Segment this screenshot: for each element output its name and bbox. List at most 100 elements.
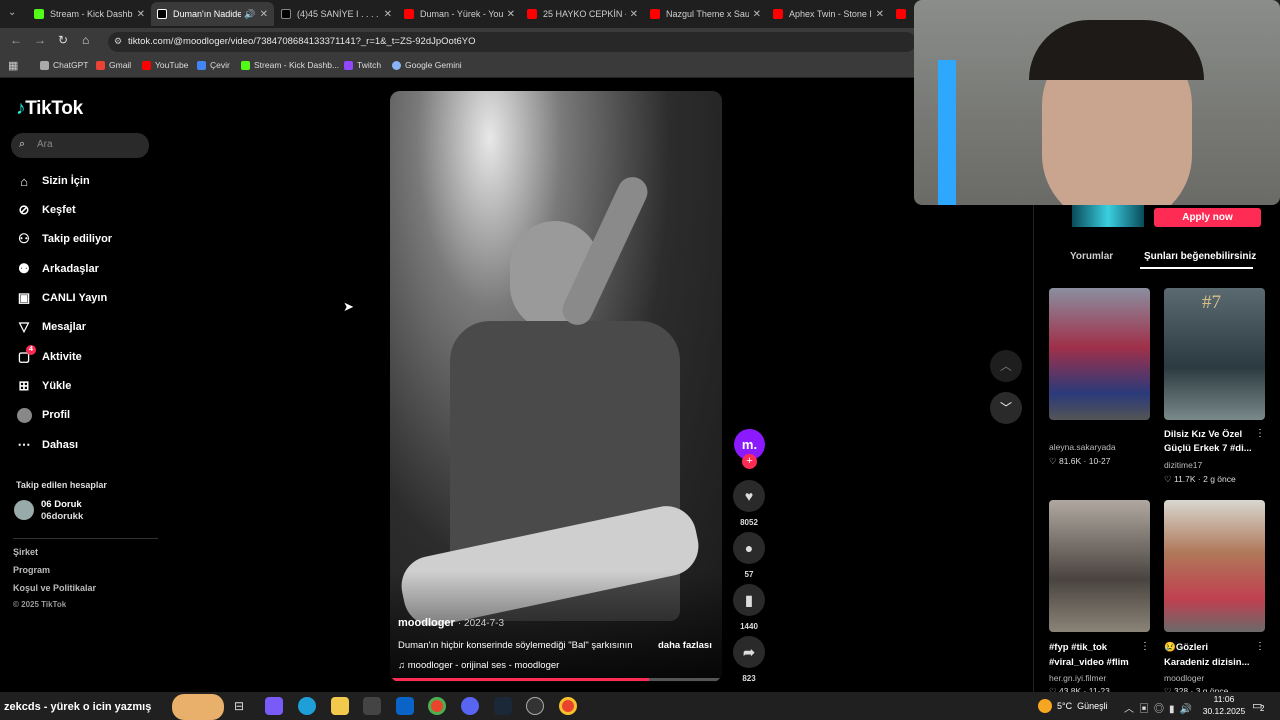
edge-icon[interactable] [298, 697, 316, 715]
tiktok-logo[interactable]: ♪TikTok [16, 98, 83, 120]
card-caption[interactable]: Güçlü Erkek 7 #di... [1164, 442, 1252, 456]
video-player[interactable]: moodloger · 2024-7-3 Duman'ın hiçbir kon… [390, 91, 722, 682]
video-thumbnail[interactable] [1049, 500, 1150, 632]
video-thumbnail[interactable] [1049, 288, 1150, 420]
browser-tab[interactable]: (4)45 SANİYE I . . . . . ✕ [275, 2, 398, 26]
bookmark-item[interactable]: Stream - Kick Dashb... [241, 60, 339, 70]
card-caption[interactable]: Dilsiz Kız Ve Özel [1164, 428, 1242, 442]
search-highlight-icon[interactable] [172, 694, 224, 720]
card-caption[interactable]: #fyp #tik_tok [1049, 641, 1107, 655]
close-icon[interactable]: ✕ [260, 9, 268, 20]
forward-icon[interactable]: → [34, 33, 46, 47]
nav-item-live[interactable]: ▣ CANLI Yayın [16, 290, 107, 306]
footer-link-terms[interactable]: Koşul ve Politikalar [13, 583, 96, 593]
site-info-icon[interactable]: ⚙ [114, 36, 122, 47]
back-icon[interactable]: ← [10, 33, 22, 47]
browser-tab[interactable]: Aphex Twin - Stone I ✕ [767, 2, 890, 26]
clock-date[interactable]: 30.12.2025 [1202, 706, 1246, 716]
outlook-icon[interactable] [396, 697, 414, 715]
following-handle[interactable]: 06dorukk [41, 511, 83, 522]
obs-icon[interactable] [526, 697, 544, 715]
nav-item-upload[interactable]: ⊞ Yükle [16, 378, 72, 394]
card-user[interactable]: her.gn.iyi.filmer [1049, 673, 1106, 683]
video-thumbnail[interactable]: #7 [1164, 288, 1265, 420]
weather-text[interactable]: 5°C Güneşli [1057, 701, 1108, 711]
like-button[interactable]: ♥ 8052 [733, 480, 765, 527]
close-icon[interactable]: ✕ [137, 9, 145, 20]
bookmark-item[interactable]: Çevir [197, 60, 230, 70]
nav-item-explore[interactable]: ⊘ Keşfet [16, 202, 76, 218]
card-caption[interactable]: Karadeniz dizisin... [1164, 656, 1250, 670]
nav-item-profile[interactable]: Profil [16, 407, 70, 423]
save-button[interactable]: ▮ 1440 [733, 584, 765, 631]
clock-time[interactable]: 11:06 [1206, 694, 1242, 704]
chrome-icon[interactable] [559, 697, 577, 715]
home-icon[interactable]: ⌂ [82, 33, 89, 47]
next-video-button[interactable]: ﹀ [990, 392, 1022, 424]
footer-link-program[interactable]: Program [13, 565, 50, 575]
follow-plus-icon[interactable]: + [742, 454, 757, 469]
card-caption[interactable]: #viral_video #flim [1049, 656, 1129, 670]
bookmark-item[interactable]: Twitch [344, 60, 381, 70]
close-icon[interactable]: ✕ [384, 9, 392, 20]
avatar[interactable] [14, 500, 34, 520]
nav-item-for-you[interactable]: ⌂ Sizin İçin [16, 173, 90, 189]
browser-tab[interactable]: Stream - Kick Dashb... ✕ [28, 2, 151, 26]
weather-icon[interactable] [1038, 699, 1052, 713]
url-input[interactable]: tiktok.com/@moodloger/video/738470868413… [108, 32, 916, 52]
apply-now-button[interactable]: Apply now [1154, 208, 1261, 227]
more-options-icon[interactable]: ⋮ [1255, 641, 1265, 652]
bookmark-item[interactable]: Google Gemini [392, 60, 462, 70]
close-icon[interactable]: ✕ [507, 9, 515, 20]
following-name[interactable]: 06 Doruk [41, 499, 82, 510]
card-caption[interactable]: 😢Gözleri [1164, 641, 1208, 655]
close-icon[interactable]: ✕ [630, 9, 638, 20]
steam-icon[interactable] [494, 697, 512, 715]
tab-comments[interactable]: Yorumlar [1070, 251, 1113, 262]
progress-track[interactable] [390, 678, 722, 681]
task-view-icon[interactable]: ⊟ [234, 699, 244, 713]
bookmark-item[interactable]: ChatGPT [40, 60, 88, 70]
bookmark-item[interactable]: YouTube [142, 60, 188, 70]
close-icon[interactable]: ✕ [876, 9, 884, 20]
previous-video-button[interactable]: ︿ [990, 350, 1022, 382]
more-options-icon[interactable]: ⋮ [1140, 641, 1150, 652]
chrome-icon[interactable] [428, 697, 446, 715]
speaker-icon[interactable]: 🔊 [244, 9, 255, 20]
close-icon[interactable]: ✕ [753, 9, 761, 20]
tab-search-icon[interactable]: ⌄ [8, 7, 16, 18]
card-user[interactable]: moodloger [1164, 673, 1204, 683]
nav-item-following[interactable]: ⚇ Takip ediliyor [16, 231, 112, 247]
browser-tab-active[interactable]: Duman'ın Nadide 🔊 ✕ [151, 2, 274, 26]
more-options-icon[interactable]: ⋮ [1255, 428, 1265, 439]
footer-link-company[interactable]: Şirket [13, 547, 38, 557]
notification-icon[interactable]: ▭ 2 [1252, 699, 1264, 713]
system-tray-icons[interactable]: ︿▣◎▮🔊 [1124, 700, 1197, 715]
nav-item-friends[interactable]: ⚉ Arkadaşlar [16, 261, 99, 277]
card-user[interactable]: aleyna.sakaryada [1049, 442, 1116, 452]
video-author[interactable]: moodloger · 2024-7-3 [398, 617, 504, 629]
taskbar-search[interactable]: zekcds - yürek o icin yazmış [4, 701, 151, 713]
sound-link[interactable]: ♫ moodloger - orijinal ses - moodloger [398, 660, 559, 671]
tab-recommended[interactable]: Şunları beğenebilirsiniz [1144, 251, 1256, 262]
browser-tab[interactable]: Nazgul Theme x Sau ✕ [644, 2, 767, 26]
browser-tab[interactable]: T [890, 2, 914, 26]
file-explorer-icon[interactable] [331, 697, 349, 715]
nav-item-more[interactable]: ⋯ Dahası [16, 437, 79, 453]
share-button[interactable]: ➦ 823 [733, 636, 765, 683]
browser-tab[interactable]: Duman - Yürek - You ✕ [398, 2, 521, 26]
comment-button[interactable]: ● 57 [733, 532, 765, 579]
discord-icon[interactable] [461, 697, 479, 715]
copilot-icon[interactable] [265, 697, 283, 715]
nav-item-messages[interactable]: ▽ Mesajlar [16, 319, 86, 335]
browser-tab[interactable]: 25 HAYKO CEPKİN - F ✕ [521, 2, 644, 26]
search-input[interactable]: ⌕ Ara [11, 133, 149, 158]
nav-item-activity[interactable]: ▢ 4 Aktivite [16, 345, 82, 365]
bookmark-item[interactable]: Gmail [96, 60, 131, 70]
reload-icon[interactable]: ↻ [58, 33, 68, 47]
video-thumbnail[interactable] [1164, 500, 1265, 632]
apps-grid-icon[interactable]: ▦ [8, 59, 18, 72]
store-icon[interactable] [363, 697, 381, 715]
card-user[interactable]: dizitime17 [1164, 460, 1202, 470]
see-more-link[interactable]: daha fazlası [658, 640, 712, 651]
